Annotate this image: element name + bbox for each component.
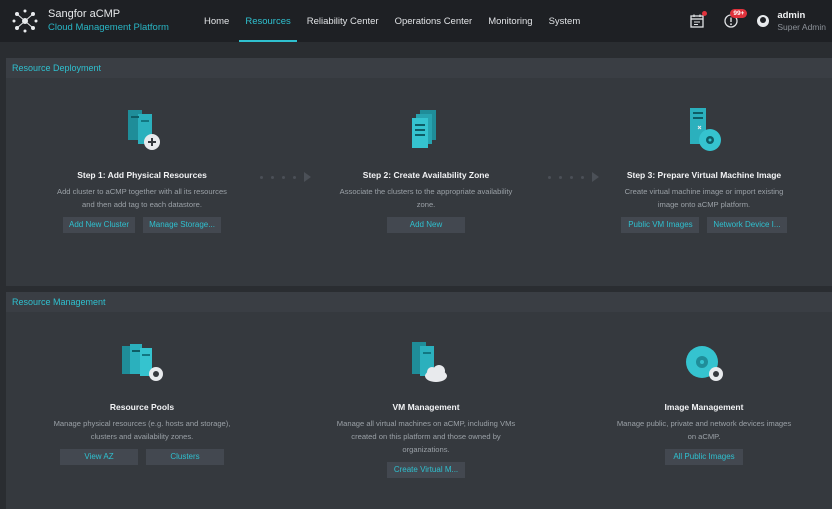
sangfor-logo-icon: [12, 9, 38, 33]
card-description: Manage physical resources (e.g. hosts an…: [53, 419, 231, 441]
card-description: Manage all virtual machines on aCMP, inc…: [336, 419, 516, 454]
nav-reliability-center[interactable]: Reliability Center: [299, 0, 387, 42]
app-subtitle: Cloud Management Platform: [48, 22, 169, 33]
nav-resources[interactable]: Resources: [237, 0, 298, 42]
card-description: Manage public, private and network devic…: [616, 419, 792, 441]
add-new-cluster-button[interactable]: Add New Cluster: [62, 217, 136, 233]
user-name: admin: [777, 9, 806, 21]
vm-management-icon: [412, 342, 447, 382]
user-avatar-icon: [757, 15, 770, 27]
clusters-button[interactable]: Clusters: [146, 449, 224, 465]
step-arrow-icon: [260, 172, 311, 182]
step-create-availability-zone: Step 2: Create Availability Zone Associa…: [306, 102, 546, 233]
resource-deployment-section: Resource Deployment Step 1: Add Physical…: [6, 58, 832, 286]
card-title: VM Management: [392, 402, 460, 412]
card-title: Image Management: [664, 402, 744, 412]
step-title: Step 2: Create Availability Zone: [362, 170, 490, 180]
brand[interactable]: Sangfor aCMP Cloud Management Platform: [0, 8, 196, 34]
calendar-notification-dot: [702, 11, 708, 16]
network-device-images-button[interactable]: Network Device I...: [707, 217, 787, 233]
step-description: Create virtual machine image or import e…: [624, 187, 784, 209]
user-menu[interactable]: admin Super Admin: [757, 10, 826, 33]
section-title: Resource Deployment: [6, 58, 832, 78]
step-description: Add cluster to aCMP together with all it…: [57, 187, 227, 209]
all-public-images-button[interactable]: All Public Images: [665, 449, 743, 465]
step-title: Step 3: Prepare Virtual Machine Image: [626, 170, 782, 180]
step-add-physical-resources: Step 1: Add Physical Resources Add clust…: [22, 102, 262, 233]
nav-system[interactable]: System: [541, 0, 589, 42]
step-prepare-vm-image: Step 3: Prepare Virtual Machine Image Cr…: [584, 102, 824, 233]
view-az-button[interactable]: View AZ: [60, 449, 138, 465]
resource-pools-card: Resource Pools Manage physical resources…: [22, 334, 262, 465]
alert-icon[interactable]: 99+: [723, 9, 748, 29]
resource-management-section: Resource Management Resource Pools Manag…: [6, 292, 832, 509]
image-management-card: Image Management Manage public, private …: [584, 334, 824, 465]
vm-image-icon: [690, 108, 721, 151]
cluster-add-icon: [128, 110, 160, 150]
add-new-zone-button[interactable]: Add New: [387, 217, 465, 233]
user-role: Super Admin: [777, 21, 826, 32]
manage-storage-button[interactable]: Manage Storage...: [143, 217, 222, 233]
step-description: Associate the clusters to the appropriat…: [339, 187, 513, 209]
step-title: Step 1: Add Physical Resources: [77, 170, 207, 180]
app-title: Sangfor aCMP: [48, 8, 121, 20]
card-title: Resource Pools: [109, 402, 175, 412]
alert-count-badge: 99+: [730, 9, 748, 18]
availability-zone-icon: [412, 110, 436, 148]
image-management-icon: [686, 346, 723, 381]
main-nav: Home Resources Reliability Center Operat…: [196, 0, 588, 42]
create-virtual-machine-button[interactable]: Create Virtual M...: [387, 462, 465, 478]
nav-monitoring[interactable]: Monitoring: [480, 0, 540, 42]
public-vm-images-button[interactable]: Public VM Images: [621, 217, 700, 233]
section-title: Resource Management: [6, 292, 832, 312]
nav-operations-center[interactable]: Operations Center: [387, 0, 481, 42]
nav-home[interactable]: Home: [196, 0, 237, 42]
top-bar: Sangfor aCMP Cloud Management Platform H…: [0, 0, 832, 42]
task-calendar-icon[interactable]: [689, 11, 708, 29]
resource-pools-icon: [122, 344, 163, 381]
vm-management-card: VM Management Manage all virtual machine…: [306, 334, 546, 478]
